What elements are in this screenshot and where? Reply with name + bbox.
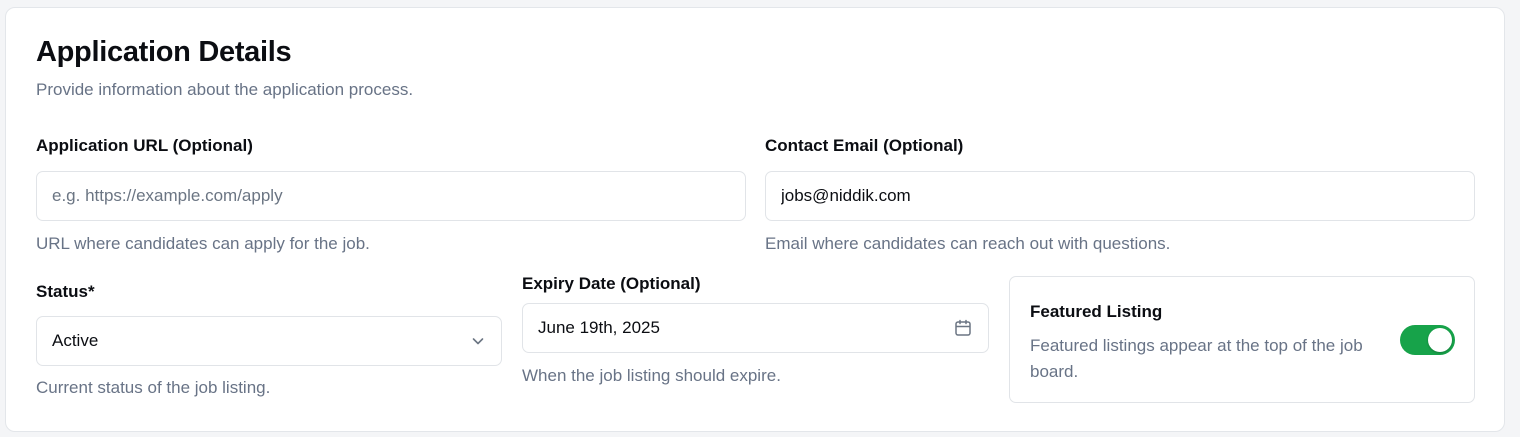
featured-listing-description: Featured listings appear at the top of t… [1030,336,1363,381]
expiry-date-value: June 19th, 2025 [538,318,660,337]
status-select[interactable]: Active [36,316,502,366]
application-details-card: Application Details Provide information … [5,7,1505,432]
expiry-date-help: When the job listing should expire. [522,366,781,385]
application-url-field[interactable] [36,171,746,221]
featured-listing-box: Featured Listing Featured listings appea… [1009,276,1475,403]
calendar-icon [953,318,973,338]
application-url-label: Application URL (Optional) [36,136,253,155]
expiry-date-picker[interactable]: June 19th, 2025 [522,303,989,353]
featured-listing-toggle[interactable] [1400,325,1455,355]
status-label: Status* [36,282,95,301]
toggle-knob [1428,328,1452,352]
status-help: Current status of the job listing. [36,378,271,397]
section-title: Application Details [36,36,292,68]
chevron-down-icon [470,333,486,349]
contact-email-help: Email where candidates can reach out wit… [765,234,1171,253]
contact-email-label: Contact Email (Optional) [765,136,964,155]
featured-listing-title: Featured Listing [1030,302,1163,321]
expiry-date-label: Expiry Date (Optional) [522,274,701,293]
application-url-help: URL where candidates can apply for the j… [36,234,370,253]
application-url-input[interactable] [52,186,730,206]
contact-email-field[interactable] [765,171,1475,221]
contact-email-input[interactable] [781,186,1459,206]
status-select-value: Active [52,331,99,350]
section-subtitle: Provide information about the applicatio… [36,80,414,99]
